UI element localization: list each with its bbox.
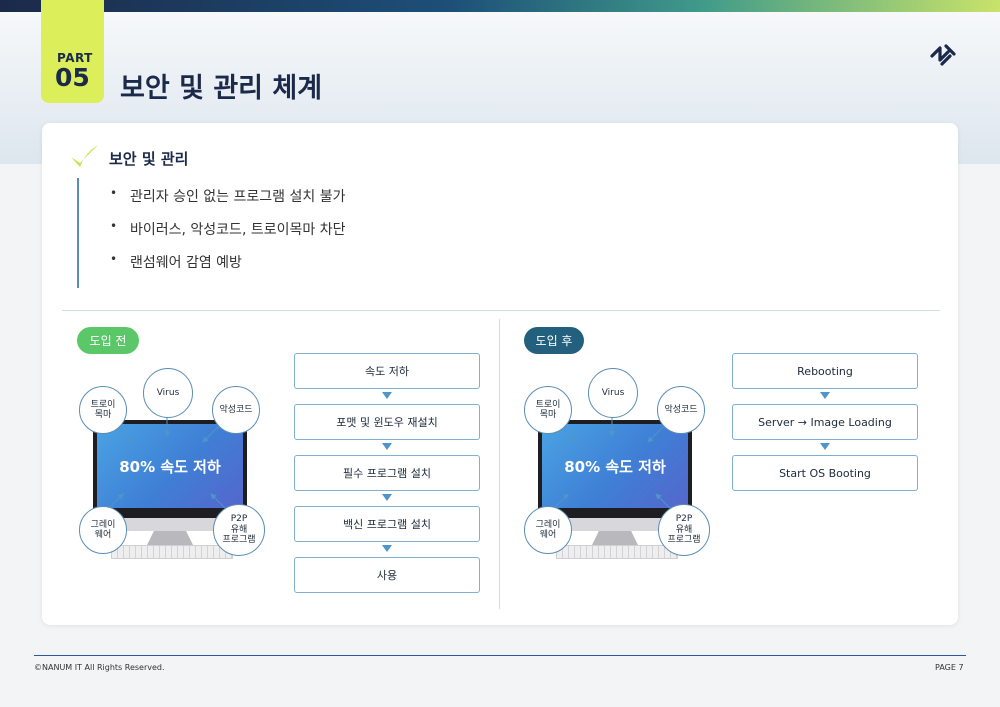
nanum-logo-icon	[930, 44, 956, 66]
footer-rule	[34, 655, 966, 656]
list-item: • 랜섬웨어 감염 예방	[110, 252, 242, 271]
part-number: 05	[55, 63, 90, 92]
down-arrow-icon	[382, 545, 392, 552]
down-arrow-icon	[382, 392, 392, 399]
flow-step: Server → Image Loading	[732, 404, 918, 440]
malware-bubble: 악성코드	[657, 386, 705, 434]
before-badge: 도입 전	[77, 327, 139, 354]
down-arrow-icon	[820, 392, 830, 399]
grayware-bubble: 그레이 웨어	[79, 506, 127, 554]
footer-copyright: ©NANUM IT All Rights Reserved.	[34, 663, 165, 672]
malware-bubble: 악성코드	[212, 386, 260, 434]
flow-step: 속도 저하	[294, 353, 480, 389]
down-arrow-icon	[382, 494, 392, 501]
down-arrow-icon	[382, 443, 392, 450]
flow-step: Start OS Booting	[732, 455, 918, 491]
page-number: PAGE 7	[935, 663, 964, 672]
list-item: • 바이러스, 악성코드, 트로이목마 차단	[110, 219, 346, 238]
p2p-bubble: P2P 유해 프로그램	[213, 504, 265, 556]
flow-step: 필수 프로그램 설치	[294, 455, 480, 491]
page-title: 보안 및 관리 체계	[120, 73, 323, 104]
section-title: 보안 및 관리	[109, 150, 189, 168]
down-arrow-icon	[820, 443, 830, 450]
flow-step: 백신 프로그램 설치	[294, 506, 480, 542]
flow-step: 사용	[294, 557, 480, 593]
trojan-bubble: 트로이 목마	[79, 386, 127, 434]
before-computer: 80% 속도 저하 트로이 목마 Virus 악성코드 그레이 웨어 P2P 유…	[79, 368, 279, 576]
after-computer: 80% 속도 저하 트로이 목마 Virus 악성코드 그레이 웨어 P2P 유…	[524, 368, 724, 576]
section-divider	[62, 310, 940, 311]
flow-step: Rebooting	[732, 353, 918, 389]
top-gradient-bar	[0, 0, 1000, 12]
column-divider	[499, 319, 500, 609]
bullet-list: • 관리자 승인 없는 프로그램 설치 불가 • 바이러스, 악성코드, 트로이목마…	[110, 186, 345, 285]
flow-step: 포맷 및 윈도우 재설치	[294, 404, 480, 440]
section-rule	[77, 178, 79, 288]
list-item: • 관리자 승인 없는 프로그램 설치 불가	[110, 186, 346, 205]
p2p-bubble: P2P 유해 프로그램	[658, 504, 710, 556]
trojan-bubble: 트로이 목마	[524, 386, 572, 434]
grayware-bubble: 그레이 웨어	[524, 506, 572, 554]
virus-bubble: Virus	[143, 368, 193, 418]
checkmark-icon	[71, 145, 98, 167]
virus-bubble: Virus	[588, 368, 638, 418]
after-badge: 도입 후	[524, 327, 584, 354]
